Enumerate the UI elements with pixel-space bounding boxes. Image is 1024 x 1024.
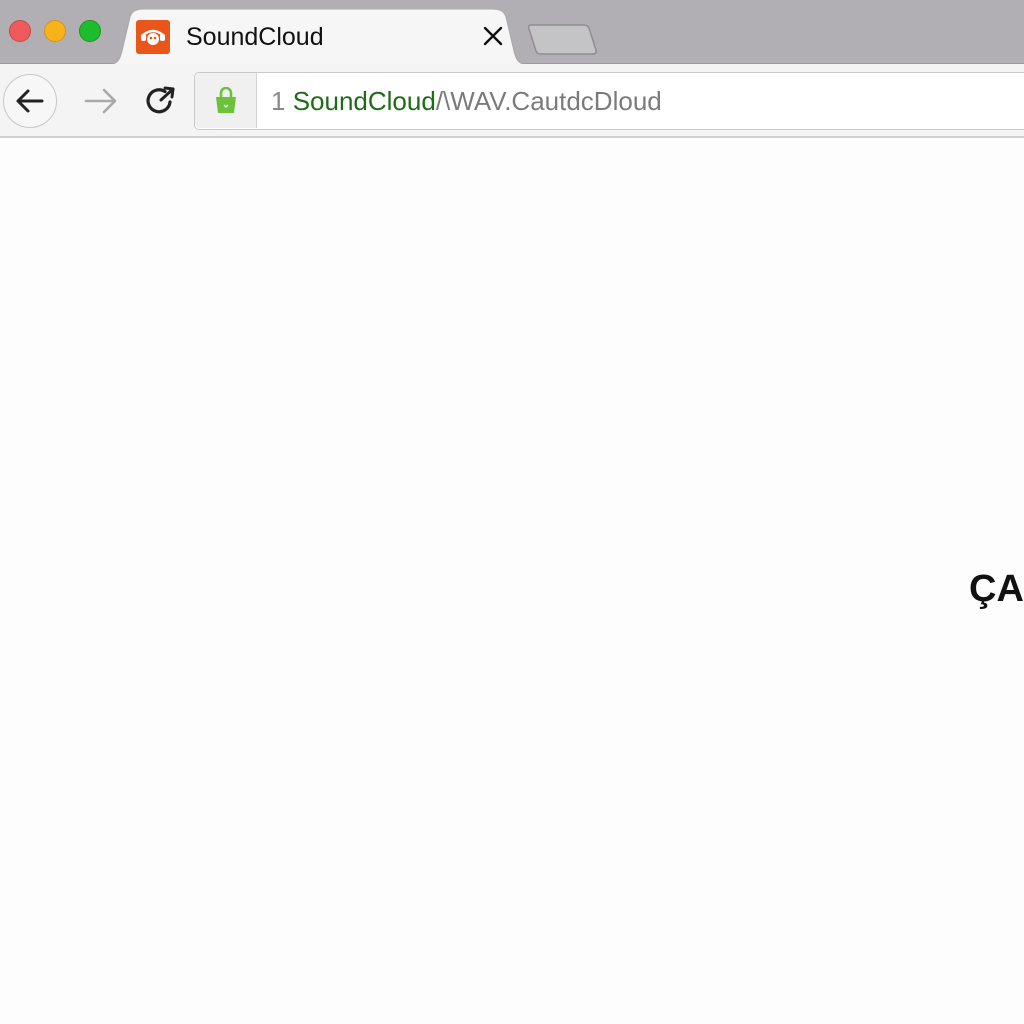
browser-toolbar: 1 SoundCloud/\WAV.CautdcDloud (0, 64, 1024, 138)
arrow-right-icon (84, 88, 117, 114)
reload-button[interactable] (138, 76, 184, 126)
close-icon[interactable] (478, 21, 508, 51)
window-minimize-button[interactable] (44, 20, 66, 42)
page-heading-fragment: ÇA (969, 568, 1024, 610)
url-path: /\WAV.CautdcDloud (435, 86, 662, 116)
page-content: ÇA (0, 138, 1024, 1024)
new-tab-button[interactable] (527, 22, 599, 56)
new-tab-icon (527, 24, 597, 55)
url-text[interactable]: 1 SoundCloud/\WAV.CautdcDloud (271, 73, 662, 128)
arrow-left-icon (16, 89, 44, 113)
back-button[interactable] (3, 74, 57, 128)
tab-title: SoundCloud (186, 23, 324, 51)
forward-button[interactable] (78, 76, 124, 126)
window-maximize-button[interactable] (79, 20, 101, 42)
site-info-button[interactable] (195, 73, 257, 128)
url-host: SoundCloud (292, 86, 436, 116)
reload-icon (146, 86, 175, 114)
url-prefix: 1 (271, 86, 293, 116)
shopping-bag-icon (215, 86, 236, 113)
tab-strip: SoundCloud (0, 0, 1024, 65)
soundcloud-favicon (136, 20, 170, 54)
tab-soundcloud[interactable]: SoundCloud (106, 9, 530, 65)
window-close-button[interactable] (9, 20, 31, 42)
address-bar[interactable]: 1 SoundCloud/\WAV.CautdcDloud (194, 72, 1024, 130)
